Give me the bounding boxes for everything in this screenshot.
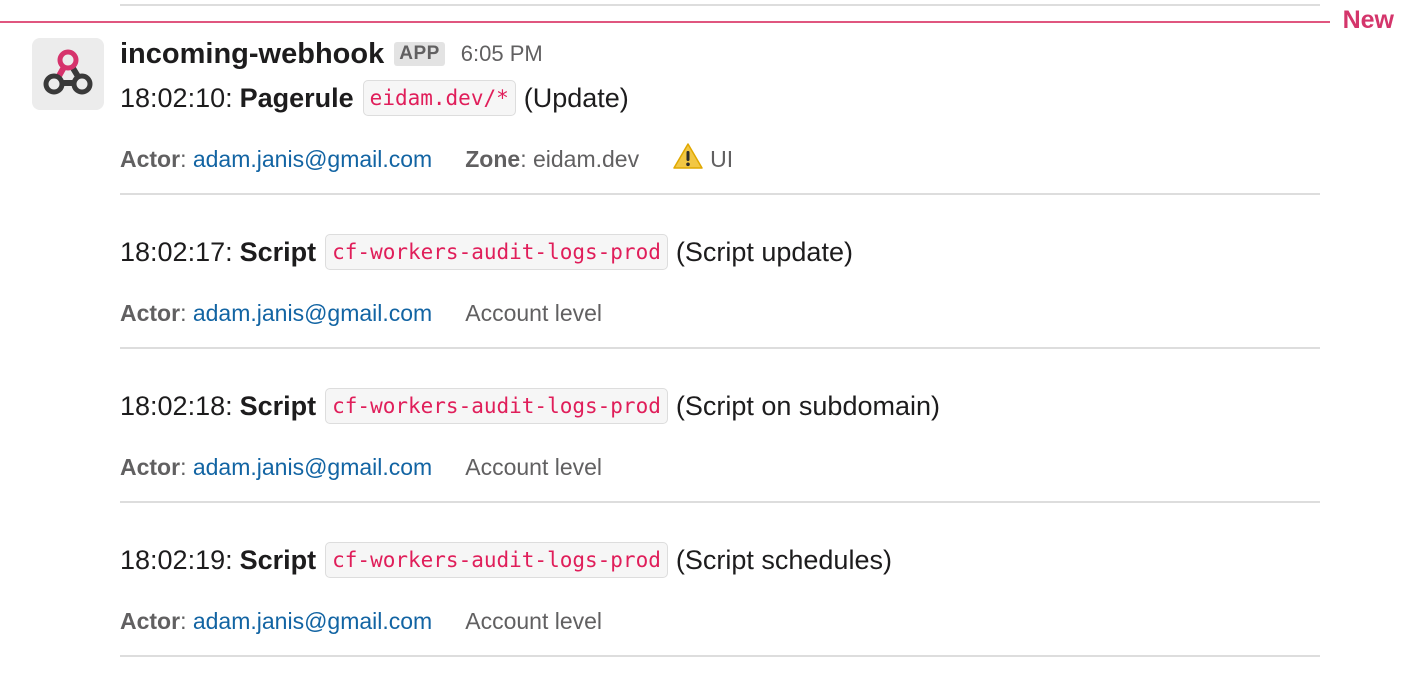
entry-code: cf-workers-audit-logs-prod: [325, 542, 668, 578]
entry-kind: Script: [239, 390, 317, 421]
message-timestamp[interactable]: 6:05 PM: [461, 41, 543, 67]
scope-value: Account level: [465, 453, 603, 480]
actor-label: Actor: [120, 607, 181, 634]
audit-entry-title: 18:02:19: Script cf-workers-audit-logs-p…: [120, 540, 892, 580]
entry-separator: [120, 193, 1320, 195]
entry-action: (Script schedules): [675, 544, 892, 575]
warning-icon: [672, 142, 704, 176]
new-messages-divider: [0, 21, 1330, 23]
previous-message-rule: [120, 4, 1320, 6]
audit-entry-title: 18:02:17: Script cf-workers-audit-logs-p…: [120, 232, 853, 272]
entry-separator: [120, 501, 1320, 503]
entry-action: (Script on subdomain): [675, 390, 940, 421]
entry-time: 18:02:10:: [120, 82, 233, 113]
entry-code: eidam.dev/*: [362, 80, 516, 116]
webhook-icon: [39, 43, 97, 106]
actor-label: Actor: [120, 145, 181, 172]
source-value: UI: [710, 145, 734, 172]
entry-time: 18:02:19:: [120, 544, 233, 575]
entry-action: (Script update): [675, 236, 853, 267]
entry-code: cf-workers-audit-logs-prod: [325, 388, 668, 424]
actor-label: Actor: [120, 453, 181, 480]
zone-value: eidam.dev: [532, 145, 640, 172]
actor-label: Actor: [120, 299, 181, 326]
scope-value: Account level: [465, 607, 603, 634]
audit-entry-meta: Actor: adam.janis@gmail.com Zone: eidam.…: [120, 141, 733, 177]
actor-link[interactable]: adam.janis@gmail.com: [193, 454, 432, 481]
audit-entry-meta: Actor: adam.janis@gmail.com Account leve…: [120, 453, 603, 481]
actor-link[interactable]: adam.janis@gmail.com: [193, 300, 432, 327]
app-badge: APP: [394, 42, 445, 66]
audit-entry-title: 18:02:10: Pagerule eidam.dev/* (Update): [120, 78, 629, 118]
entry-code: cf-workers-audit-logs-prod: [325, 234, 668, 270]
entry-kind: Pagerule: [239, 82, 354, 113]
entry-kind: Script: [239, 544, 317, 575]
audit-entry-title: 18:02:18: Script cf-workers-audit-logs-p…: [120, 386, 940, 426]
sender-name[interactable]: incoming-webhook: [120, 38, 384, 71]
entry-separator: [120, 655, 1320, 657]
audit-entry-meta: Actor: adam.janis@gmail.com Account leve…: [120, 299, 603, 327]
audit-entry-meta: Actor: adam.janis@gmail.com Account leve…: [120, 607, 603, 635]
message-header: incoming-webhook APP 6:05 PM: [120, 34, 543, 74]
actor-link[interactable]: adam.janis@gmail.com: [193, 146, 432, 173]
entry-time: 18:02:17:: [120, 236, 233, 267]
actor-link[interactable]: adam.janis@gmail.com: [193, 608, 432, 635]
zone-label: Zone: [465, 145, 521, 172]
entry-action: (Update): [523, 82, 629, 113]
new-messages-label: New: [1342, 6, 1394, 34]
avatar[interactable]: [32, 38, 104, 110]
scope-value: Account level: [465, 299, 603, 326]
entry-kind: Script: [239, 236, 317, 267]
entry-time: 18:02:18:: [120, 390, 233, 421]
entry-separator: [120, 347, 1320, 349]
